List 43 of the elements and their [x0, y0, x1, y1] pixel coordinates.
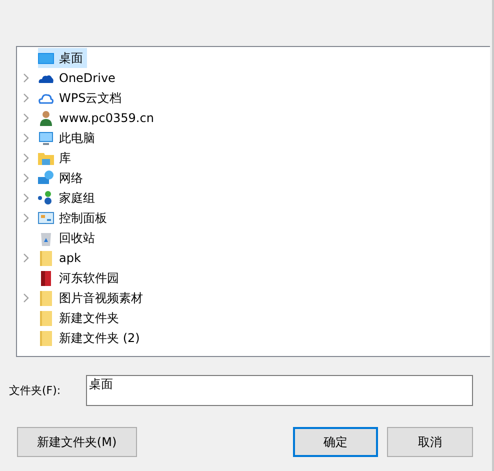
- desktop-icon: [38, 50, 54, 66]
- tree-item[interactable]: 控制面板: [38, 208, 111, 228]
- tree-item[interactable]: 河东软件园: [38, 268, 123, 288]
- tree-item[interactable]: apk: [38, 248, 85, 268]
- new-folder-button[interactable]: 新建文件夹(M): [17, 427, 137, 457]
- folder-icon: [38, 250, 54, 266]
- tree-item[interactable]: OneDrive: [38, 68, 120, 88]
- folder-icon: [38, 310, 54, 326]
- recycle-bin-icon: [38, 230, 54, 246]
- tree-item[interactable]: 新建文件夹: [38, 308, 123, 328]
- tree-item[interactable]: 桌面: [38, 48, 87, 68]
- control-panel-icon: [38, 210, 54, 226]
- folder-icon: [38, 330, 54, 346]
- chevron-icon[interactable]: [22, 293, 30, 303]
- chevron-icon[interactable]: [22, 213, 30, 223]
- book-icon: [38, 270, 54, 286]
- tree-item[interactable]: 库: [38, 148, 75, 168]
- tree-item[interactable]: www.pc0359.cn: [38, 108, 158, 128]
- chevron-icon[interactable]: [22, 113, 30, 123]
- chevron-icon[interactable]: [22, 173, 30, 183]
- tree-item[interactable]: WPS云文档: [38, 88, 126, 108]
- tree-item[interactable]: 家庭组: [38, 188, 99, 208]
- homegroup-icon: [38, 190, 54, 206]
- tree-item[interactable]: 新建文件夹 (2): [38, 328, 144, 348]
- monitor-icon: [38, 130, 54, 146]
- network-icon: [38, 170, 54, 186]
- tree-item[interactable]: 网络: [38, 168, 87, 188]
- dialog-button[interactable]: 取消: [387, 427, 473, 457]
- tree-item[interactable]: 图片音视频素材: [38, 288, 147, 308]
- folder-label: 文件夹(F):: [9, 383, 62, 398]
- library-folder-icon: [38, 150, 54, 166]
- tree-item[interactable]: 此电脑: [38, 128, 99, 148]
- chevron-icon[interactable]: [22, 73, 30, 83]
- chevron-icon[interactable]: [22, 153, 30, 163]
- person-icon: [38, 110, 54, 126]
- chevron-icon[interactable]: [22, 133, 30, 143]
- chevron-icon[interactable]: [22, 193, 30, 203]
- tree-item[interactable]: 回收站: [38, 228, 99, 248]
- folder-input[interactable]: 桌面: [86, 375, 473, 406]
- chevron-icon[interactable]: [22, 93, 30, 103]
- folder-icon: [38, 290, 54, 306]
- chevron-icon[interactable]: [22, 253, 30, 263]
- dialog-button[interactable]: 确定: [292, 427, 378, 457]
